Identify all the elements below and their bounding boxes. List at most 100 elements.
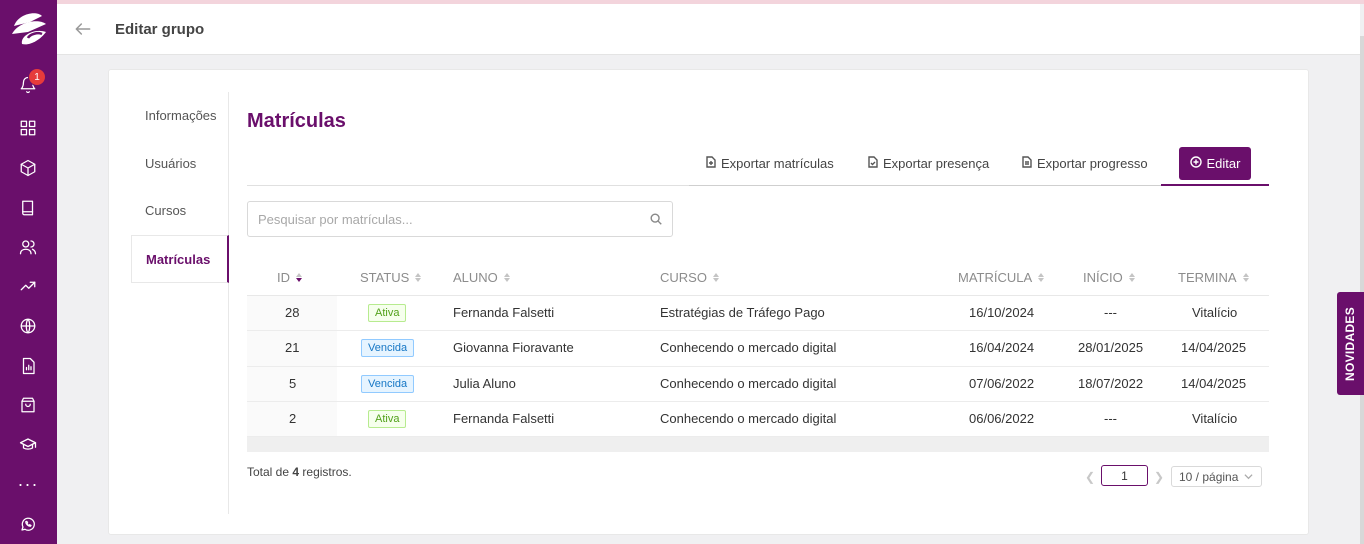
col-start[interactable]: INÍCIO: [1083, 270, 1135, 285]
cube-icon[interactable]: [17, 157, 39, 179]
page-scrollbar[interactable]: [1360, 36, 1364, 544]
cell-id: 28: [285, 305, 300, 320]
globe-icon[interactable]: [17, 315, 39, 337]
table-row[interactable]: 28 Ativa Fernanda Falsetti Estratégias d…: [247, 296, 1269, 332]
cell-start: ---: [1104, 410, 1117, 426]
cell-end: 14/04/2025: [1181, 340, 1247, 356]
col-id[interactable]: ID: [277, 270, 302, 285]
export-progress-label: Exportar progresso: [1037, 156, 1148, 171]
cell-student: Fernanda Falsetti: [453, 410, 555, 426]
col-course-label: CURSO: [660, 270, 707, 285]
sort-icon: [415, 273, 422, 282]
sort-icon: [712, 273, 719, 282]
table-horizontal-scrollbar[interactable]: [247, 437, 1269, 453]
export-enrollments-label: Exportar matrículas: [721, 156, 834, 171]
whatsapp-icon[interactable]: [17, 513, 39, 535]
file-check-icon: [867, 156, 879, 171]
tab-matriculas[interactable]: Matrículas: [131, 235, 229, 283]
trending-icon[interactable]: [17, 275, 39, 297]
page-size-label: 10 / página: [1179, 469, 1239, 484]
col-end-label: TERMINA: [1178, 270, 1237, 285]
next-page-icon[interactable]: ❯: [1154, 470, 1164, 484]
chevron-down-icon: [1244, 470, 1253, 484]
sidebar: 1 ···: [0, 0, 57, 544]
cell-course: Conhecendo o mercado digital: [660, 340, 837, 356]
col-start-label: INÍCIO: [1083, 270, 1123, 285]
total-prefix: Total de: [247, 465, 293, 479]
group-card: Informações Usuários Cursos Matrículas M…: [108, 69, 1309, 535]
table-row[interactable]: 2 Ativa Fernanda Falsetti Conhecendo o m…: [247, 402, 1269, 438]
status-badge: Ativa: [368, 304, 407, 322]
cell-enrollment: 06/06/2022: [969, 410, 1035, 426]
sort-icon: [1128, 273, 1135, 282]
tab-informacoes[interactable]: Informações: [131, 92, 229, 138]
cell-end: 14/04/2025: [1181, 375, 1247, 391]
more-icon[interactable]: ···: [17, 473, 39, 495]
sort-icon: [1038, 273, 1045, 282]
cell-enrollment: 16/10/2024: [969, 305, 1035, 320]
cell-course: Conhecendo o mercado digital: [660, 410, 837, 426]
cell-enrollment: 07/06/2022: [969, 375, 1035, 391]
cell-start: 18/07/2022: [1078, 375, 1144, 391]
file-text-icon: [1021, 156, 1033, 171]
back-arrow-icon[interactable]: [73, 19, 93, 39]
graduation-cap-icon[interactable]: [17, 434, 39, 456]
total-suffix: registros.: [299, 465, 352, 479]
col-status[interactable]: STATUS: [360, 270, 422, 285]
table-row[interactable]: 21 Vencida Giovanna Fioravante Conhecend…: [247, 331, 1269, 367]
col-student-label: ALUNO: [453, 270, 498, 285]
bag-icon[interactable]: [17, 394, 39, 416]
tab-cursos[interactable]: Cursos: [131, 187, 229, 233]
search-icon[interactable]: [649, 212, 663, 226]
page-size-select[interactable]: 10 / página: [1171, 466, 1262, 487]
page-title: Editar grupo: [115, 21, 205, 38]
novidades-label: NOVIDADES: [1343, 306, 1358, 381]
export-enrollments-button[interactable]: Exportar matrículas: [705, 156, 834, 171]
col-end[interactable]: TERMINA: [1178, 270, 1249, 285]
actions-bar: Exportar matrículas Exportar presença Ex…: [247, 147, 1269, 186]
export-file-icon: [705, 156, 717, 171]
cell-id: 5: [289, 375, 297, 391]
cell-course: Estratégias de Tráfego Pago: [660, 305, 825, 320]
cell-start: 28/01/2025: [1078, 340, 1144, 356]
logo-icon[interactable]: [8, 6, 50, 48]
col-course[interactable]: CURSO: [660, 270, 719, 285]
cell-student: Julia Aluno: [453, 375, 516, 391]
sort-icon: [503, 273, 510, 282]
export-progress-button[interactable]: Exportar progresso: [1021, 156, 1148, 171]
edit-underline: [1161, 184, 1269, 186]
plus-circle-icon: [1189, 156, 1202, 171]
col-id-label: ID: [277, 270, 290, 285]
vertical-tabs: Informações Usuários Cursos Matrículas: [131, 92, 229, 514]
search-box: [247, 201, 673, 237]
book-icon[interactable]: [17, 197, 39, 219]
page-header: Editar grupo: [57, 4, 1360, 55]
status-badge: Vencida: [361, 374, 415, 393]
cell-enrollment: 16/04/2024: [969, 340, 1035, 356]
report-icon[interactable]: [17, 355, 39, 377]
edit-button[interactable]: Editar: [1179, 147, 1251, 180]
users-icon[interactable]: [17, 236, 39, 258]
cell-end: Vitalício: [1192, 305, 1238, 320]
table-row[interactable]: 5 Vencida Julia Aluno Conhecendo o merca…: [247, 367, 1269, 402]
col-student[interactable]: ALUNO: [453, 270, 510, 285]
table-header: ID STATUS ALUNO CURSO MATRÍCULA INÍCIO T…: [247, 260, 1269, 296]
col-enrollment[interactable]: MATRÍCULA: [958, 270, 1045, 285]
sort-icon: [296, 273, 302, 282]
search-input[interactable]: [248, 202, 628, 236]
edit-label: Editar: [1206, 156, 1241, 171]
sort-icon: [1242, 273, 1249, 282]
tab-usuarios[interactable]: Usuários: [131, 140, 229, 186]
export-attendance-button[interactable]: Exportar presença: [867, 156, 989, 171]
cell-student: Giovanna Fioravante: [453, 340, 574, 356]
cell-id: 21: [285, 340, 300, 356]
current-page[interactable]: 1: [1101, 465, 1148, 486]
novidades-tab[interactable]: NOVIDADES: [1337, 292, 1364, 395]
grid-icon[interactable]: [17, 117, 39, 139]
prev-page-icon[interactable]: ❮: [1085, 470, 1095, 484]
col-enrollment-label: MATRÍCULA: [958, 270, 1033, 285]
col-status-label: STATUS: [360, 270, 410, 285]
enrollments-table: ID STATUS ALUNO CURSO MATRÍCULA INÍCIO T…: [247, 260, 1269, 453]
status-badge: Ativa: [368, 409, 407, 428]
cell-start: ---: [1104, 305, 1117, 320]
